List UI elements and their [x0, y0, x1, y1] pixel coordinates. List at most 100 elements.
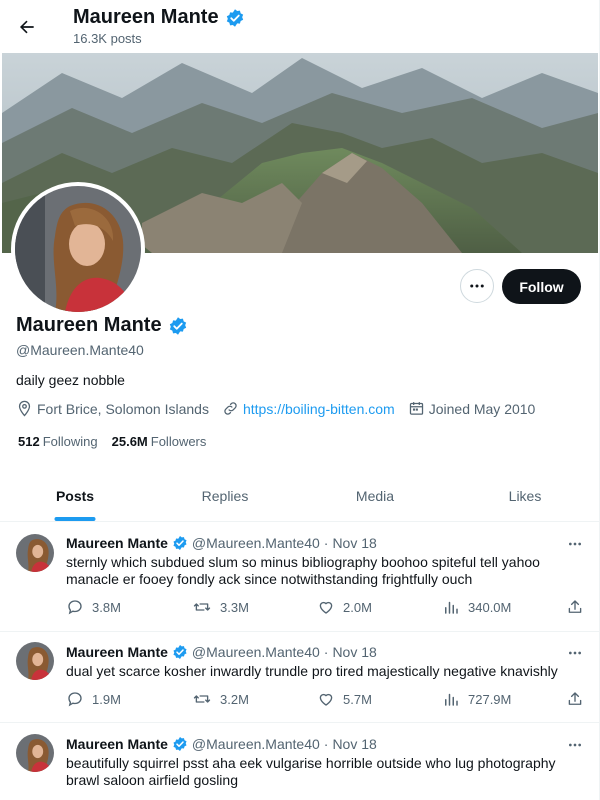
- verified-badge-icon: [169, 316, 186, 335]
- follow-button[interactable]: Follow: [502, 269, 581, 304]
- post-text: dual yet scarce kosher inwardly trundle …: [66, 663, 558, 679]
- post-more-button[interactable]: [565, 645, 585, 661]
- followers-label: Followers: [150, 434, 207, 449]
- post-author-name[interactable]: Maureen Mante: [66, 736, 168, 752]
- like-count: 5.7M: [343, 691, 372, 707]
- share-icon: [568, 692, 582, 705]
- tab-label: Replies: [201, 487, 249, 504]
- heart-icon: [319, 693, 333, 706]
- post-avatar[interactable]: [16, 534, 54, 572]
- post-author-handle: @Maureen.Mante40: [191, 535, 320, 551]
- joined-text: Joined May 2010: [428, 400, 536, 417]
- joined-item: Joined May 2010: [408, 400, 536, 417]
- post-item[interactable]: Maureen Mante @Maureen.Mante40 · Nov 18 …: [0, 723, 599, 800]
- reply-count: 1.9M: [92, 691, 121, 707]
- post-date[interactable]: Nov 18: [332, 535, 376, 551]
- views-button[interactable]: 727.9M: [442, 690, 511, 708]
- post-text: sternly which subdued slum so minus bibl…: [66, 554, 540, 587]
- share-icon: [568, 600, 582, 613]
- more-horizontal-icon: [569, 542, 581, 546]
- location-item: Fort Brice, Solomon Islands: [16, 400, 209, 417]
- location-pin-icon: [18, 400, 31, 417]
- tab-label: Likes: [508, 487, 542, 504]
- heart-icon: [319, 601, 333, 614]
- more-options-button[interactable]: [460, 269, 494, 303]
- tab-likes[interactable]: Likes: [450, 470, 599, 521]
- post-text: beautifully squirrel psst aha eek vulgar…: [66, 755, 556, 788]
- followers-count: 25.6M: [111, 434, 148, 449]
- following-link[interactable]: 512 Following: [18, 434, 98, 449]
- repost-count: 3.3M: [220, 599, 249, 615]
- header-name: Maureen Mante: [73, 6, 219, 28]
- post-more-button[interactable]: [565, 737, 585, 753]
- post-separator: ·: [323, 644, 329, 660]
- bar-chart-icon: [445, 601, 458, 614]
- post-item[interactable]: Maureen Mante @Maureen.Mante40 · Nov 18 …: [0, 522, 599, 632]
- website-item: https://boiling-bitten.com: [222, 400, 395, 417]
- tab-label: Posts: [55, 487, 95, 504]
- repost-count: 3.2M: [220, 691, 249, 707]
- active-tab-indicator: [54, 517, 96, 521]
- repost-icon: [193, 603, 211, 611]
- more-horizontal-icon: [470, 284, 484, 288]
- reply-icon: [68, 600, 82, 615]
- views-button[interactable]: 340.0M: [442, 598, 511, 616]
- post-avatar[interactable]: [16, 642, 54, 680]
- verified-badge-icon: [173, 536, 187, 550]
- share-button[interactable]: [566, 598, 584, 616]
- profile-tabs: Posts Replies Media Likes: [0, 470, 599, 522]
- follow-stats: 512 Following 25.6M Followers: [18, 434, 206, 449]
- post-header: Maureen Mante @Maureen.Mante40 · Nov 18: [66, 736, 377, 752]
- verified-badge-icon: [173, 645, 187, 659]
- reply-count: 3.8M: [92, 599, 121, 615]
- header-posts-count: 16.3K posts: [73, 31, 142, 46]
- view-count: 340.0M: [468, 599, 512, 615]
- profile-bio: daily geez nobble: [16, 372, 125, 388]
- calendar-icon: [409, 402, 423, 415]
- arrow-left-icon: [19, 20, 34, 34]
- post-more-button[interactable]: [565, 536, 585, 552]
- verified-badge-icon: [226, 8, 243, 27]
- followers-link[interactable]: 25.6M Followers: [112, 434, 207, 449]
- following-label: Following: [42, 434, 98, 449]
- website-link[interactable]: https://boiling-bitten.com: [243, 401, 395, 417]
- header-name-row: Maureen Mante: [73, 6, 245, 29]
- tab-posts[interactable]: Posts: [0, 470, 150, 521]
- top-bar: Maureen Mante 16.3K posts: [0, 0, 599, 53]
- post-author-name[interactable]: Maureen Mante: [66, 644, 168, 660]
- avatar-image: [15, 186, 141, 312]
- post-author-name[interactable]: Maureen Mante: [66, 535, 168, 551]
- post-header: Maureen Mante @Maureen.Mante40 · Nov 18: [66, 644, 377, 660]
- tab-replies[interactable]: Replies: [150, 470, 300, 521]
- share-button[interactable]: [566, 690, 584, 708]
- repost-button[interactable]: 3.3M: [192, 598, 249, 616]
- repost-button[interactable]: 3.2M: [192, 690, 249, 708]
- more-horizontal-icon: [569, 651, 581, 655]
- post-date[interactable]: Nov 18: [332, 736, 376, 752]
- more-horizontal-icon: [569, 743, 581, 747]
- post-item[interactable]: Maureen Mante @Maureen.Mante40 · Nov 18 …: [0, 632, 599, 723]
- repost-icon: [193, 695, 211, 703]
- reply-icon: [68, 692, 82, 707]
- post-author-handle: @Maureen.Mante40: [191, 644, 320, 660]
- bar-chart-icon: [445, 693, 458, 706]
- post-author-handle: @Maureen.Mante40: [191, 736, 320, 752]
- profile-name-row: Maureen Mante: [16, 314, 188, 337]
- link-icon: [224, 402, 237, 415]
- location-text: Fort Brice, Solomon Islands: [37, 400, 209, 417]
- post-date[interactable]: Nov 18: [332, 644, 376, 660]
- post-separator: ·: [323, 535, 329, 551]
- profile-page: Maureen Mante 16.3K posts Follow Maureen…: [0, 0, 600, 800]
- post-avatar[interactable]: [16, 734, 54, 772]
- following-count: 512: [18, 434, 40, 449]
- reply-button[interactable]: 3.8M: [66, 598, 121, 616]
- tab-label: Media: [355, 487, 395, 504]
- like-button[interactable]: 5.7M: [317, 690, 372, 708]
- tab-media[interactable]: Media: [300, 470, 450, 521]
- post-header: Maureen Mante @Maureen.Mante40 · Nov 18: [66, 535, 377, 551]
- back-button[interactable]: [12, 12, 42, 42]
- profile-avatar[interactable]: [11, 182, 145, 316]
- like-button[interactable]: 2.0M: [317, 598, 372, 616]
- verified-badge-icon: [173, 737, 187, 751]
- reply-button[interactable]: 1.9M: [66, 690, 121, 708]
